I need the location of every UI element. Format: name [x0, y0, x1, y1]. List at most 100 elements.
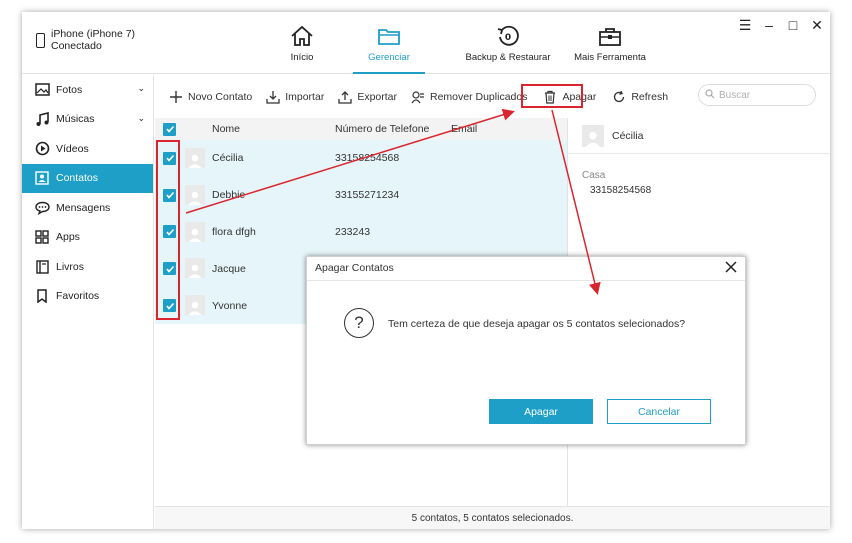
table-header: Nome Número de Telefone Email: [155, 118, 567, 140]
table-row[interactable]: flora dfgh 233243: [155, 213, 567, 251]
contact-phone: 33155271234: [335, 189, 400, 202]
chevron-down-icon[interactable]: ⌄: [137, 113, 145, 124]
nav-backup-label: Backup & Restaurar: [465, 52, 551, 63]
refresh-button[interactable]: Refresh: [612, 90, 668, 104]
export-button[interactable]: Exportar: [338, 90, 397, 104]
search-icon: [705, 88, 715, 102]
detail-header: Cécilia: [568, 118, 830, 154]
import-button[interactable]: Importar: [266, 90, 324, 104]
sidebar-item-apps[interactable]: Apps: [22, 223, 153, 253]
sidebar-item-label: Mensagens: [56, 201, 111, 214]
import-label: Importar: [285, 90, 325, 103]
avatar: [185, 184, 205, 205]
delete-contacts-dialog: Apagar Contatos ? Tem certeza de que des…: [306, 256, 746, 445]
bookmark-icon: [34, 288, 50, 304]
sidebar-item-label: Apps: [56, 231, 80, 244]
avatar: [185, 148, 205, 168]
checkbox-highlight: [156, 140, 180, 320]
toolbox-icon: [599, 28, 621, 46]
photo-icon: [34, 82, 50, 98]
device-name: iPhone (iPhone 7): [51, 28, 136, 40]
folder-icon: [378, 29, 400, 45]
nav-mais-label: Mais Ferramenta: [574, 52, 646, 63]
nav-inicio[interactable]: Início: [280, 12, 324, 74]
plus-icon: [169, 90, 183, 104]
dialog-message: Tem certeza de que deseja apagar os 5 co…: [388, 318, 686, 330]
device-info: iPhone (iPhone 7) Conectado: [36, 28, 135, 52]
sidebar-item-mensagens[interactable]: Mensagens: [22, 193, 153, 223]
table-row[interactable]: Debbie 33155271234: [155, 176, 567, 214]
select-all-checkbox[interactable]: [163, 122, 176, 136]
new-contact-button[interactable]: Novo Contato: [169, 90, 252, 104]
contact-phone: 233243: [335, 225, 371, 238]
header: iPhone (iPhone 7) Conectado Início Geren…: [22, 12, 830, 74]
remove-duplicates-label: Remover Duplicados: [430, 90, 528, 103]
chevron-down-icon[interactable]: ⌄: [137, 83, 145, 94]
nav-backup-restaurar[interactable]: 0 Backup & Restaurar: [462, 12, 554, 74]
contact-name: Cécilia: [212, 152, 244, 165]
avatar: [185, 221, 205, 242]
search-box[interactable]: [698, 84, 816, 106]
column-header-email[interactable]: Email: [451, 123, 477, 135]
export-label: Exportar: [357, 90, 397, 103]
phone-icon: [36, 33, 45, 48]
contact-name: flora dfgh: [212, 225, 256, 238]
nav-inicio-label: Início: [290, 52, 314, 63]
music-icon: [34, 111, 50, 127]
avatar: [582, 124, 604, 147]
backup-restore-icon: 0: [497, 25, 519, 46]
close-icon[interactable]: [723, 259, 739, 275]
refresh-label: Refresh: [631, 90, 669, 103]
dialog-title: Apagar Contatos: [315, 262, 394, 274]
export-icon: [338, 90, 352, 104]
nav-gerenciar[interactable]: Gerenciar: [353, 12, 425, 74]
search-input[interactable]: [719, 89, 809, 101]
minimize-icon[interactable]: –: [762, 18, 776, 32]
status-bar: 5 contatos, 5 contatos selecionados.: [155, 506, 830, 529]
contact-name: Debbie: [212, 189, 246, 202]
table-row[interactable]: Cécilia 33158254568: [155, 140, 567, 177]
sidebar-item-label: Contatos: [56, 172, 99, 185]
contacts-icon: [34, 170, 50, 186]
avatar: [185, 295, 205, 316]
confirm-delete-button[interactable]: Apagar: [489, 399, 593, 424]
refresh-icon: [612, 90, 626, 104]
sidebar-item-favoritos[interactable]: Favoritos: [22, 282, 153, 312]
home-icon: [291, 25, 313, 46]
contact-name: Yvonne: [212, 299, 248, 312]
remove-duplicates-icon: [411, 90, 425, 104]
cancel-button[interactable]: Cancelar: [607, 399, 711, 424]
maximize-icon[interactable]: □: [786, 18, 800, 32]
sidebar-item-label: Fotos: [56, 83, 83, 96]
svg-text:0: 0: [505, 33, 511, 43]
import-icon: [266, 90, 280, 104]
contact-phone: 33158254568: [335, 152, 400, 165]
menu-icon[interactable]: ☰: [738, 18, 752, 32]
toolbar: Novo Contato Importar Exportar Remover D…: [155, 75, 830, 118]
sidebar-item-label: Músicas: [56, 113, 95, 126]
remove-duplicates-button[interactable]: Remover Duplicados: [411, 90, 527, 104]
sidebar-item-label: Favoritos: [56, 290, 100, 303]
sidebar-item-fotos[interactable]: Fotos ⌄: [22, 75, 153, 105]
sidebar: Fotos ⌄ Músicas ⌄ Vídeos Contatos Mensag…: [22, 75, 154, 529]
video-icon: [34, 141, 50, 157]
sidebar-item-videos[interactable]: Vídeos: [22, 134, 153, 164]
sidebar-item-musicas[interactable]: Músicas ⌄: [22, 105, 153, 135]
column-header-phone[interactable]: Número de Telefone: [335, 123, 429, 135]
nav-gerenciar-label: Gerenciar: [368, 52, 410, 63]
sidebar-item-label: Livros: [56, 260, 85, 273]
detail-phone-label: Casa: [582, 170, 606, 181]
sidebar-item-label: Vídeos: [56, 142, 89, 155]
contact-name: Jacque: [212, 262, 246, 275]
detail-name: Cécilia: [612, 129, 644, 142]
delete-button-highlight: [521, 84, 583, 108]
close-icon[interactable]: ✕: [810, 18, 824, 32]
sidebar-item-livros[interactable]: Livros: [22, 252, 153, 282]
detail-phone-value: 33158254568: [590, 185, 652, 196]
column-header-name[interactable]: Nome: [212, 123, 240, 135]
sidebar-item-contatos[interactable]: Contatos: [22, 163, 153, 193]
new-contact-label: Novo Contato: [188, 90, 253, 103]
nav-mais-ferramenta[interactable]: Mais Ferramenta: [572, 12, 648, 74]
device-status: Conectado: [51, 40, 102, 52]
apps-icon: [34, 229, 50, 245]
